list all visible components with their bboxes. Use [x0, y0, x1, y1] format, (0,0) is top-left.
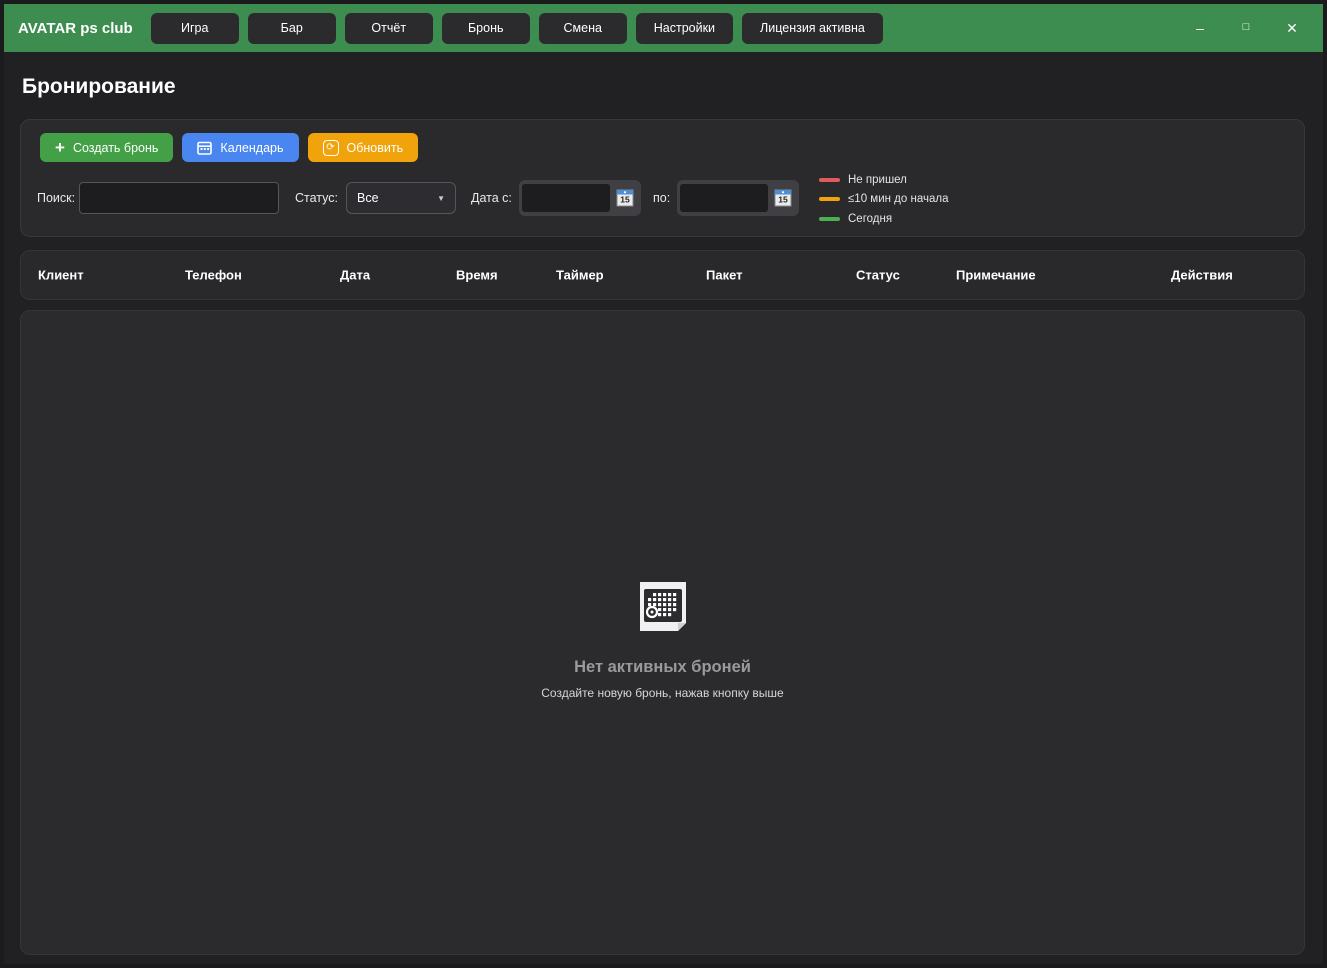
- chevron-down-icon: ▼: [437, 194, 445, 203]
- status-legend: Не пришел ≤10 мин до начала Сегодня: [819, 170, 948, 229]
- toolbar-buttons: + Создать бронь Календарь ⟳ Обновить: [40, 133, 418, 162]
- empty-state-title: Нет активных броней: [453, 658, 873, 677]
- empty-state-subtitle: Создайте новую бронь, нажав кнопку выше: [453, 686, 873, 700]
- legend-line-red: [819, 178, 840, 182]
- create-booking-button[interactable]: + Создать бронь: [40, 133, 173, 162]
- date-to-picker: 15: [677, 180, 799, 216]
- bookings-list-panel: Нет активных броней Создайте новую бронь…: [20, 310, 1305, 955]
- calendar-day-icon: 15: [615, 188, 635, 208]
- column-header-client: Клиент: [38, 268, 84, 283]
- calendar-button-label: Календарь: [220, 141, 283, 155]
- titlebar: AVATAR ps club Игра Бар Отчёт Бронь Смен…: [4, 4, 1323, 52]
- search-input[interactable]: [79, 182, 279, 214]
- date-from-label: Дата с:: [471, 191, 512, 205]
- column-header-time: Время: [456, 268, 498, 283]
- page-title: Бронирование: [22, 75, 176, 99]
- column-header-timer: Таймер: [556, 268, 604, 283]
- search-label: Поиск:: [37, 191, 75, 205]
- calendar-button[interactable]: Календарь: [182, 133, 298, 162]
- nav-button-bar[interactable]: Бар: [248, 13, 336, 44]
- close-button[interactable]: ✕: [1269, 4, 1315, 52]
- plus-icon: +: [55, 139, 65, 156]
- nav-button-report[interactable]: Отчёт: [345, 13, 433, 44]
- status-label: Статус:: [295, 191, 338, 205]
- create-booking-label: Создать бронь: [73, 141, 158, 155]
- column-header-phone: Телефон: [185, 268, 242, 283]
- status-select[interactable]: Все ▼: [346, 182, 456, 214]
- calendar-icon: [197, 141, 212, 155]
- legend-item-no-show: Не пришел: [819, 170, 948, 190]
- date-from-calendar-button[interactable]: 15: [612, 184, 638, 212]
- nav-button-booking[interactable]: Бронь: [442, 13, 530, 44]
- window-frame: AVATAR ps club Игра Бар Отчёт Бронь Смен…: [0, 0, 1327, 968]
- date-to-input[interactable]: [680, 184, 768, 212]
- nav-button-game[interactable]: Игра: [151, 13, 239, 44]
- maximize-button[interactable]: □: [1223, 4, 1269, 52]
- svg-text:15: 15: [620, 195, 630, 205]
- filter-row: Поиск: Статус: Все ▼ Дата с: 15: [21, 180, 1306, 216]
- legend-item-soon: ≤10 мин до начала: [819, 190, 948, 210]
- table-header-bar: Клиент Телефон Дата Время Таймер Пакет С…: [20, 250, 1305, 300]
- refresh-button-label: Обновить: [347, 141, 404, 155]
- column-header-note: Примечание: [956, 268, 1036, 283]
- refresh-icon: ⟳: [323, 140, 339, 156]
- legend-line-green: [819, 217, 840, 221]
- svg-text:15: 15: [778, 195, 788, 205]
- toolbar-panel: + Создать бронь Календарь ⟳ Обновить Пои…: [20, 119, 1305, 237]
- calendar-day-icon: 15: [773, 188, 793, 208]
- titlebar-nav: Игра Бар Отчёт Бронь Смена Настройки Лиц…: [151, 13, 883, 44]
- date-from-input[interactable]: [522, 184, 610, 212]
- minimize-button[interactable]: –: [1177, 4, 1223, 52]
- column-header-date: Дата: [340, 268, 370, 283]
- empty-state: Нет активных броней Создайте новую бронь…: [453, 579, 873, 700]
- calendar-grid-icon: [634, 579, 692, 637]
- date-to-calendar-button[interactable]: 15: [770, 184, 796, 212]
- license-status-button[interactable]: Лицензия активна: [742, 13, 883, 44]
- date-from-picker: 15: [519, 180, 641, 216]
- column-header-package: Пакет: [706, 268, 743, 283]
- nav-button-shift[interactable]: Смена: [539, 13, 627, 44]
- date-to-label: по:: [653, 191, 670, 205]
- window-controls: – □ ✕: [1177, 4, 1323, 52]
- legend-item-today: Сегодня: [819, 209, 948, 229]
- app-title: AVATAR ps club: [4, 20, 143, 37]
- column-header-actions: Действия: [1171, 268, 1233, 283]
- legend-line-orange: [819, 197, 840, 201]
- column-header-status: Статус: [856, 268, 900, 283]
- refresh-button[interactable]: ⟳ Обновить: [308, 133, 419, 162]
- status-select-value: Все: [357, 191, 379, 205]
- nav-button-settings[interactable]: Настройки: [636, 13, 733, 44]
- app-window: AVATAR ps club Игра Бар Отчёт Бронь Смен…: [4, 4, 1323, 964]
